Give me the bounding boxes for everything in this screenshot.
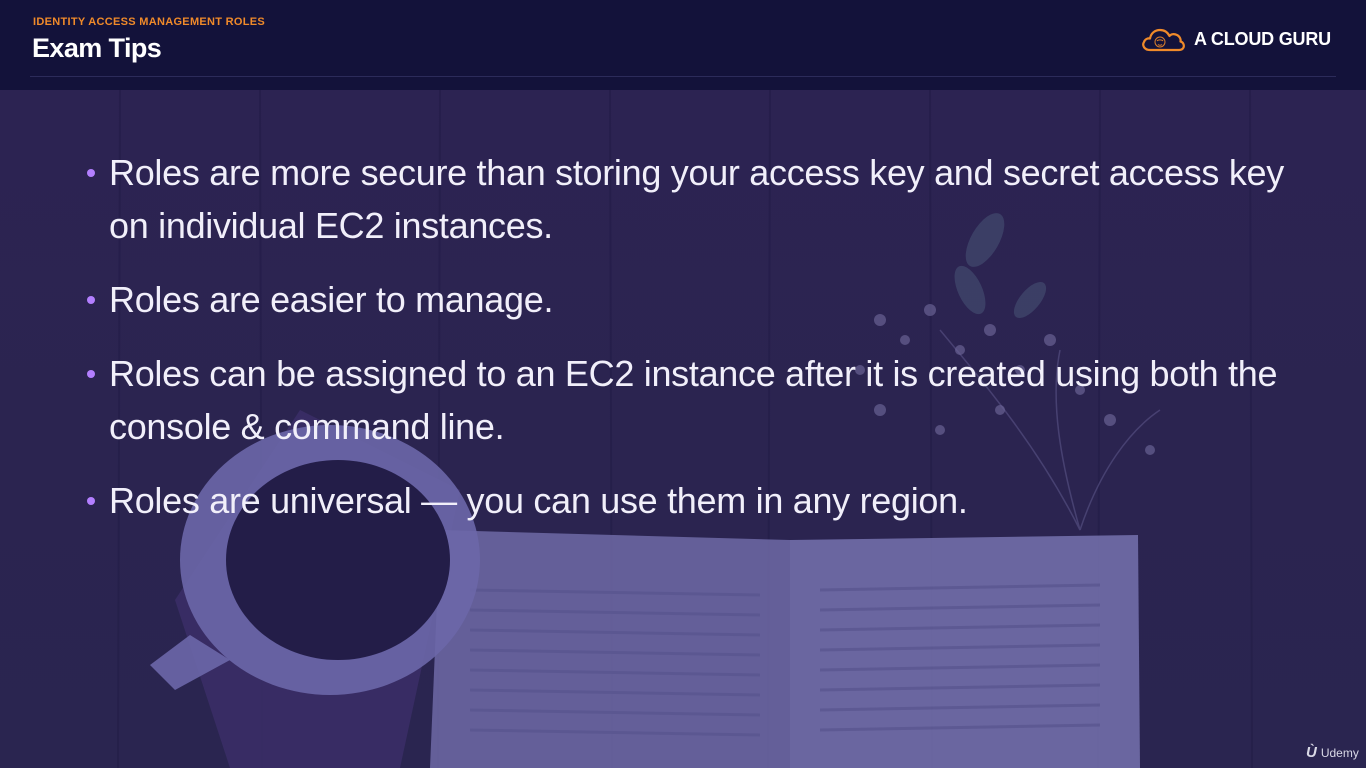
bullet-dot-icon xyxy=(87,296,95,304)
bullet-text: Roles are universal — you can use them i… xyxy=(109,480,968,521)
brand-name: A CLOUD GURU xyxy=(1194,28,1331,49)
bullet-text: Roles can be assigned to an EC2 instance… xyxy=(109,353,1278,447)
udemy-logo-icon: Ù xyxy=(1306,744,1317,761)
list-item: Roles are more secure than storing your … xyxy=(84,146,1314,252)
exam-tips-list: Roles are more secure than storing your … xyxy=(84,146,1314,548)
cloud-guru-logo-icon xyxy=(1142,28,1185,52)
bullet-text: Roles are easier to manage. xyxy=(109,279,554,320)
header-divider xyxy=(30,76,1336,77)
slide-title: Exam Tips xyxy=(32,33,162,63)
bullet-dot-icon xyxy=(87,169,95,177)
section-eyebrow: IDENTITY ACCESS MANAGEMENT ROLES xyxy=(33,16,266,28)
bullet-text: Roles are more secure than storing your … xyxy=(109,152,1284,246)
list-item: Roles are easier to manage. xyxy=(84,273,1314,326)
bullet-dot-icon xyxy=(87,497,95,505)
list-item: Roles are universal — you can use them i… xyxy=(84,474,1314,527)
bullet-dot-icon xyxy=(87,370,95,378)
udemy-label: Udemy xyxy=(1320,745,1359,760)
list-item: Roles can be assigned to an EC2 instance… xyxy=(84,347,1314,453)
slide-header: IDENTITY ACCESS MANAGEMENT ROLES Exam Ti… xyxy=(0,0,1366,90)
udemy-watermark: Ù Udemy xyxy=(1306,744,1359,761)
brand-logo: A CLOUD GURU xyxy=(1140,23,1331,55)
